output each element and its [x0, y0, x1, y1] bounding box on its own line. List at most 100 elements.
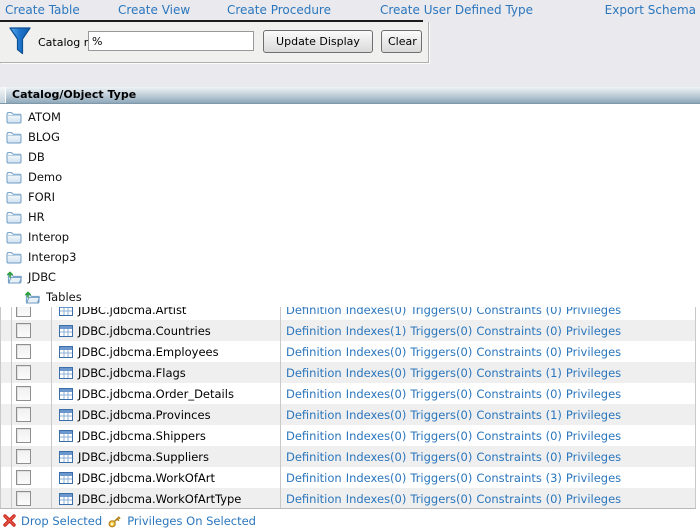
triggers-link[interactable]: Triggers(0) [410, 450, 472, 464]
definition-link[interactable]: Definition [286, 387, 342, 401]
indexes-link[interactable]: Indexes(0) [346, 492, 407, 506]
triggers-link[interactable]: Triggers(0) [410, 471, 472, 485]
constraints-link[interactable]: Constraints (0) [476, 492, 562, 506]
constraints-link[interactable]: Constraints (0) [476, 450, 562, 464]
definition-link[interactable]: Definition [286, 307, 342, 317]
triggers-link[interactable]: Triggers(0) [410, 408, 472, 422]
privileges-link[interactable]: Privileges [566, 408, 621, 422]
table-grid-icon [59, 307, 73, 316]
folder-closed-icon[interactable] [6, 231, 22, 244]
indexes-link[interactable]: Indexes(0) [346, 387, 407, 401]
definition-link[interactable]: Definition [286, 471, 342, 485]
catalog-mask-input[interactable] [88, 31, 254, 51]
tree-item-interop[interactable]: Interop [0, 227, 700, 247]
privileges-link[interactable]: Privileges [566, 450, 621, 464]
privileges-link[interactable]: Privileges [566, 324, 621, 338]
triggers-link[interactable]: Triggers(0) [410, 345, 472, 359]
indexes-link[interactable]: Indexes(0) [346, 408, 407, 422]
row-checkbox[interactable] [16, 344, 31, 359]
indexes-link[interactable]: Indexes(1) [346, 324, 407, 338]
row-checkbox[interactable] [16, 449, 31, 464]
indexes-link[interactable]: Indexes(0) [346, 471, 407, 485]
row-checkbox[interactable] [16, 470, 31, 485]
definition-link[interactable]: Definition [286, 492, 342, 506]
tree-item-blog[interactable]: BLOG [0, 127, 700, 147]
table-row: JDBC.jdbcma.WorkOfArtDefinitionIndexes(0… [1, 467, 695, 488]
privileges-link[interactable]: Privileges [566, 387, 621, 401]
privileges-link[interactable]: Privileges [566, 366, 621, 380]
folder-closed-icon[interactable] [6, 131, 22, 144]
triggers-link[interactable]: Triggers(0) [410, 429, 472, 443]
definition-link[interactable]: Definition [286, 429, 342, 443]
tree-item-db[interactable]: DB [0, 147, 700, 167]
triggers-link[interactable]: Triggers(0) [410, 492, 472, 506]
nav-create-user-defined-type[interactable]: Create User Defined Type [380, 3, 533, 17]
tree-item-label: FORI [28, 190, 55, 204]
folder-closed-icon[interactable] [6, 191, 22, 204]
nav-export-schema[interactable]: Export Schema [605, 3, 696, 17]
triggers-link[interactable]: Triggers(0) [410, 387, 472, 401]
indexes-link[interactable]: Indexes(0) [346, 429, 407, 443]
definition-link[interactable]: Definition [286, 345, 342, 359]
folder-closed-icon[interactable] [6, 171, 22, 184]
folder-open-icon[interactable] [6, 271, 22, 284]
catalog-tree: ATOMBLOGDBDemo FORI HRInterop Interop3 JDBCT… [0, 107, 700, 307]
drop-selected-link[interactable]: Drop Selected [21, 514, 102, 528]
clear-button[interactable]: Clear [381, 30, 422, 53]
tree-item-interop3[interactable]: Interop3 [0, 247, 700, 267]
nav-create-table[interactable]: Create Table [5, 3, 80, 17]
tree-item-hr[interactable]: HR [0, 207, 700, 227]
privileges-on-selected-link[interactable]: Privileges On Selected [127, 514, 256, 528]
nav-create-procedure[interactable]: Create Procedure [227, 3, 331, 17]
indexes-link[interactable]: Indexes(0) [346, 450, 407, 464]
row-name-cell: JDBC.jdbcma.Provinces [52, 404, 281, 425]
constraints-link[interactable]: Constraints (0) [476, 324, 562, 338]
tree-item-fori[interactable]: FORI [0, 187, 700, 207]
triggers-link[interactable]: Triggers(0) [410, 366, 472, 380]
privileges-link[interactable]: Privileges [566, 345, 621, 359]
update-display-button[interactable]: Update Display [263, 30, 373, 53]
indexes-link[interactable]: Indexes(0) [346, 345, 407, 359]
constraints-link[interactable]: Constraints (0) [476, 429, 562, 443]
row-spacer-cell [1, 383, 12, 404]
definition-link[interactable]: Definition [286, 450, 342, 464]
row-checkbox[interactable] [16, 407, 31, 422]
folder-open-icon[interactable] [24, 291, 40, 304]
tree-item-jdbc[interactable]: JDBC [0, 267, 700, 287]
constraints-link[interactable]: Constraints (3) [476, 471, 562, 485]
triggers-link[interactable]: Triggers(0) [410, 307, 472, 317]
constraints-link[interactable]: Constraints (0) [476, 307, 562, 317]
privileges-link[interactable]: Privileges [566, 429, 621, 443]
tree-item-atom[interactable]: ATOM [0, 107, 700, 127]
row-checkbox[interactable] [16, 365, 31, 380]
privileges-link[interactable]: Privileges [566, 471, 621, 485]
tree-item-tables[interactable]: Tables [0, 287, 700, 307]
privileges-link[interactable]: Privileges [566, 492, 621, 506]
constraints-link[interactable]: Constraints (0) [476, 387, 562, 401]
table-grid-icon [59, 430, 73, 442]
indexes-link[interactable]: Indexes(0) [346, 366, 407, 380]
constraints-link[interactable]: Constraints (1) [476, 366, 562, 380]
folder-closed-icon[interactable] [6, 151, 22, 164]
tree-item-demo[interactable]: Demo [0, 167, 700, 187]
definition-link[interactable]: Definition [286, 408, 342, 422]
constraints-link[interactable]: Constraints (1) [476, 408, 562, 422]
constraints-link[interactable]: Constraints (0) [476, 345, 562, 359]
privileges-link[interactable]: Privileges [566, 307, 621, 317]
row-checkbox[interactable] [16, 307, 31, 317]
row-checkbox[interactable] [16, 323, 31, 338]
row-checkbox[interactable] [16, 386, 31, 401]
folder-closed-icon[interactable] [6, 211, 22, 224]
row-spacer-cell [1, 320, 12, 341]
row-checkbox[interactable] [16, 428, 31, 443]
definition-link[interactable]: Definition [286, 366, 342, 380]
tree-item-label: Interop3 [28, 250, 76, 264]
nav-create-view[interactable]: Create View [118, 3, 190, 17]
row-checkbox[interactable] [16, 491, 31, 506]
folder-closed-icon[interactable] [6, 111, 22, 124]
triggers-link[interactable]: Triggers(0) [410, 324, 472, 338]
table-grid-icon [59, 367, 73, 379]
folder-closed-icon[interactable] [6, 251, 22, 264]
indexes-link[interactable]: Indexes(0) [346, 307, 407, 317]
definition-link[interactable]: Definition [286, 324, 342, 338]
